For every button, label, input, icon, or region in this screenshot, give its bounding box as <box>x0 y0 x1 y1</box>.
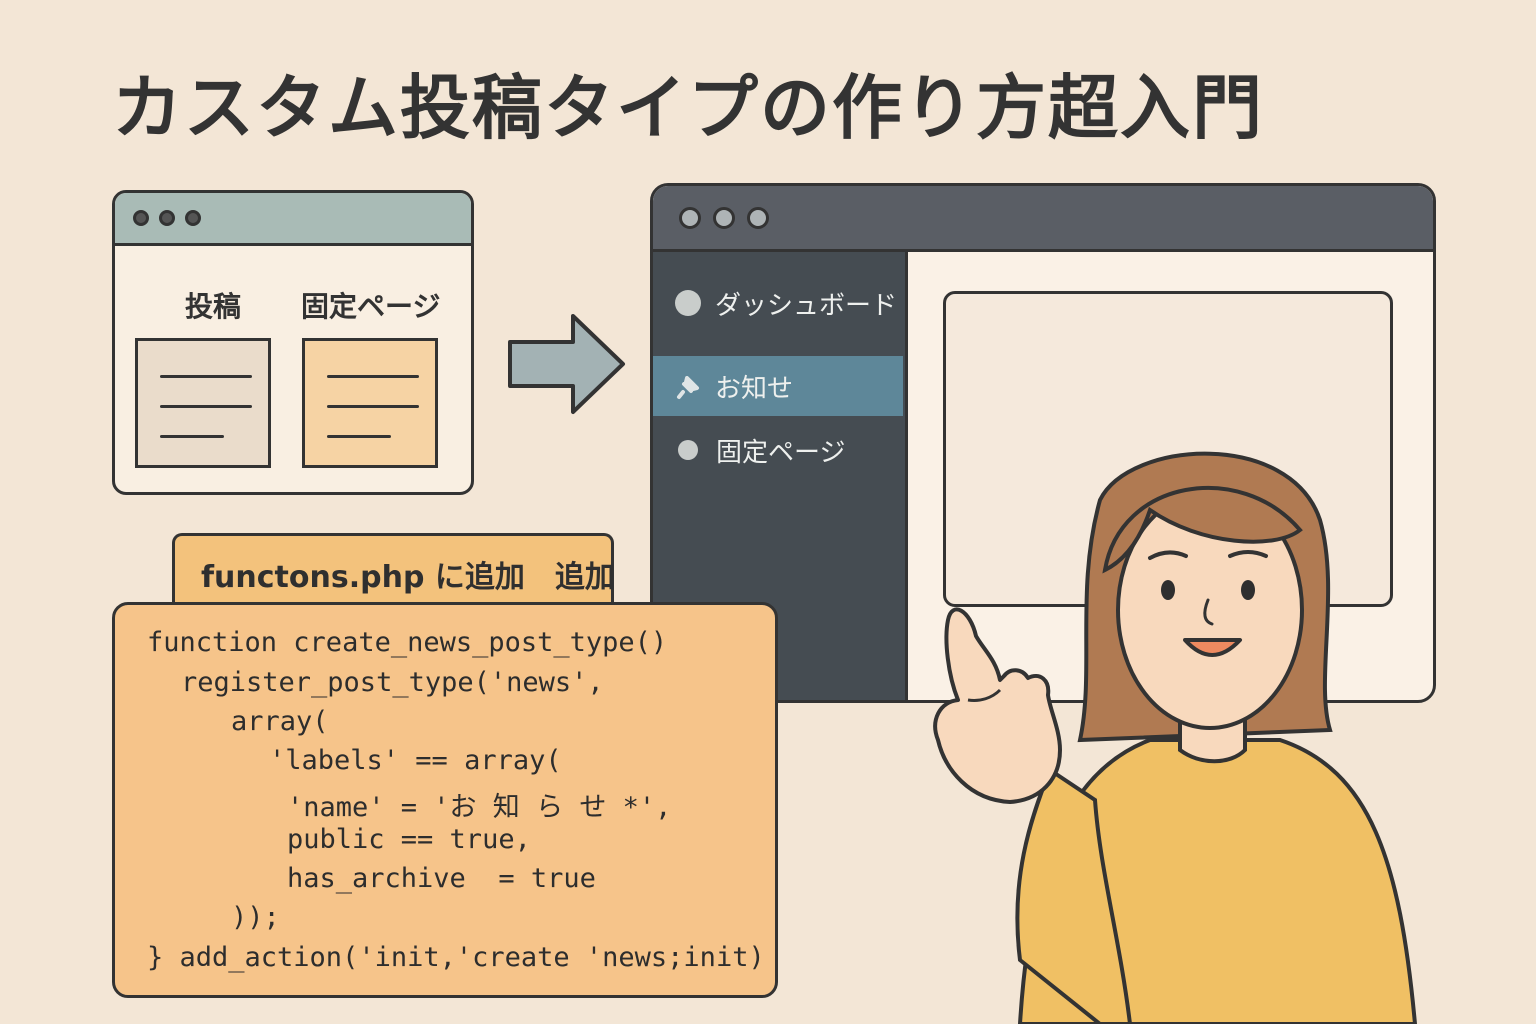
code-line: register_post_type('news', <box>181 667 604 698</box>
posts-card <box>135 338 271 468</box>
menu-item-pages[interactable]: 固定ページ <box>653 420 903 480</box>
admin-titlebar <box>653 186 1433 252</box>
code-block: function create_news_post_type() registe… <box>112 602 778 998</box>
code-line: 'labels' == array( <box>269 745 562 776</box>
window-titlebar <box>115 193 471 246</box>
classic-post-types-window: 投稿 固定ページ <box>112 190 474 495</box>
circle-icon <box>675 290 701 316</box>
menu-item-label: ダッシュボード <box>715 290 898 321</box>
window-control-dot <box>747 206 769 229</box>
window-control-dot <box>159 210 175 226</box>
window-control-dot <box>713 206 735 229</box>
code-line: array( <box>231 706 329 737</box>
menu-item-label: お知せ <box>715 373 794 404</box>
pointing-woman-illustration <box>933 451 1418 1024</box>
window-control-dot <box>679 206 701 229</box>
right-arrow-icon <box>508 314 625 414</box>
code-line: 'name' = 'お 知 ら せ *', <box>287 792 672 823</box>
page-title: カスタム投稿タイプの作り方超入門 <box>112 67 1264 149</box>
pages-label: 固定ページ <box>301 290 441 323</box>
code-file-tab: functons.php に追加 追加 <box>172 533 615 605</box>
code-line: } add_action('init,'create 'news;init) <box>147 942 765 973</box>
pin-icon <box>677 376 699 399</box>
pages-card <box>302 338 438 468</box>
code-line: function create_news_post_type() <box>147 627 668 658</box>
menu-item-news[interactable]: お知せ <box>653 356 903 416</box>
code-line: has_archive = true <box>287 863 596 894</box>
code-line: )); <box>231 902 280 933</box>
window-control-dot <box>185 210 201 226</box>
circle-icon <box>678 440 698 460</box>
menu-item-dashboard[interactable]: ダッシュボード <box>653 273 903 333</box>
window-control-dot <box>133 210 149 226</box>
code-line: public == true, <box>287 824 531 855</box>
menu-item-label: 固定ページ <box>716 437 846 468</box>
posts-label: 投稿 <box>185 290 242 323</box>
